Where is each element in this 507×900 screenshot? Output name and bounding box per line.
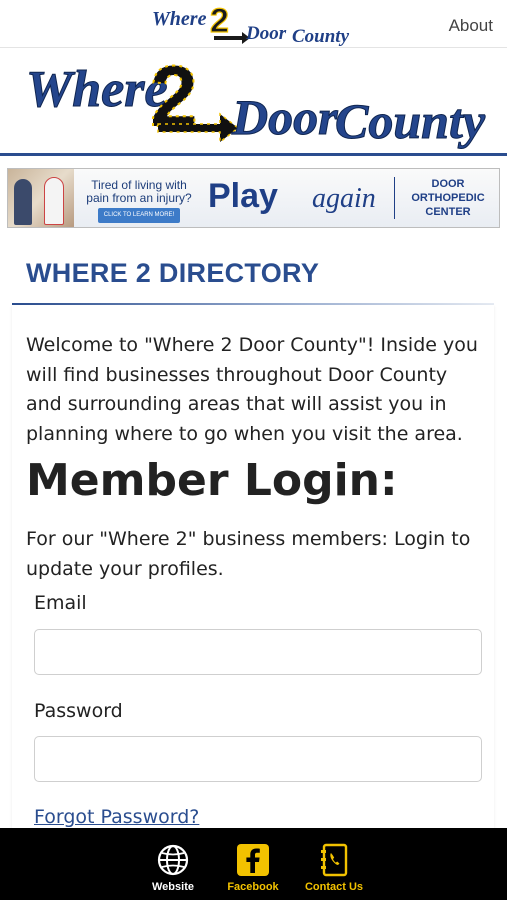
bottom-nav: Website Facebook Contact Us — [0, 828, 507, 900]
nav-website-label: Website — [152, 881, 194, 893]
about-link[interactable]: About — [449, 16, 493, 36]
ad-brand: DOOR ORTHOPEDIC CENTER — [400, 177, 496, 219]
ad-headline-play: Play — [208, 177, 278, 215]
password-field[interactable] — [34, 736, 482, 782]
logo-small-county: County — [292, 26, 350, 46]
page-title: WHERE 2 DIRECTORY — [26, 258, 320, 288]
ad-brand-line1: DOOR — [431, 178, 465, 190]
ad-person-figure — [44, 177, 64, 225]
globe-icon — [157, 844, 189, 876]
password-label: Password — [34, 700, 123, 722]
logo-large-where: Where — [26, 61, 168, 118]
email-label: Email — [34, 592, 87, 614]
ad-person-figure — [14, 179, 32, 225]
hero-banner: Where 2 Door County — [0, 48, 507, 154]
ad-banner[interactable]: Tired of living with pain from an injury… — [7, 168, 500, 228]
logo-small-door: Door — [245, 23, 287, 44]
hero-divider — [0, 153, 507, 156]
facebook-icon — [237, 844, 269, 876]
login-instructions: For our "Where 2" business members: Logi… — [26, 528, 471, 580]
nav-facebook-button[interactable]: Facebook — [208, 828, 298, 900]
nav-facebook-label: Facebook — [227, 881, 279, 893]
phone-book-icon — [321, 843, 348, 877]
site-logo-small[interactable]: Where 2 Door County — [150, 2, 360, 46]
site-logo-large[interactable]: Where 2 Door County — [0, 48, 507, 154]
ad-photo — [8, 169, 74, 227]
welcome-text: Welcome to "Where 2 Door County"! Inside… — [26, 334, 478, 445]
nav-website-button[interactable]: Website — [128, 828, 218, 900]
email-field[interactable] — [34, 629, 482, 675]
ad-tagline: Tired of living with pain from an injury… — [76, 179, 202, 223]
nav-contact-label: Contact Us — [304, 881, 364, 893]
ad-headline-again: again — [312, 183, 376, 214]
member-login-heading: Member Login: — [26, 455, 398, 506]
logo-large-county: County — [335, 93, 486, 149]
ad-tagline-line2: pain from an injury? — [86, 191, 192, 205]
nav-contact-button[interactable]: Contact Us — [289, 828, 379, 900]
forgot-password-link[interactable]: Forgot Password? — [34, 806, 199, 828]
logo-small-numeral: 2 — [210, 2, 229, 40]
logo-large-door: Door — [231, 89, 338, 145]
logo-small-where: Where — [152, 8, 207, 30]
ad-divider — [394, 177, 395, 219]
ad-brand-line3: CENTER — [425, 206, 471, 218]
top-bar: Where 2 Door County About — [0, 0, 507, 48]
ad-brand-line2: ORTHOPEDIC — [411, 192, 485, 204]
ad-cta-button[interactable]: CLICK TO LEARN MORE! — [97, 208, 181, 223]
